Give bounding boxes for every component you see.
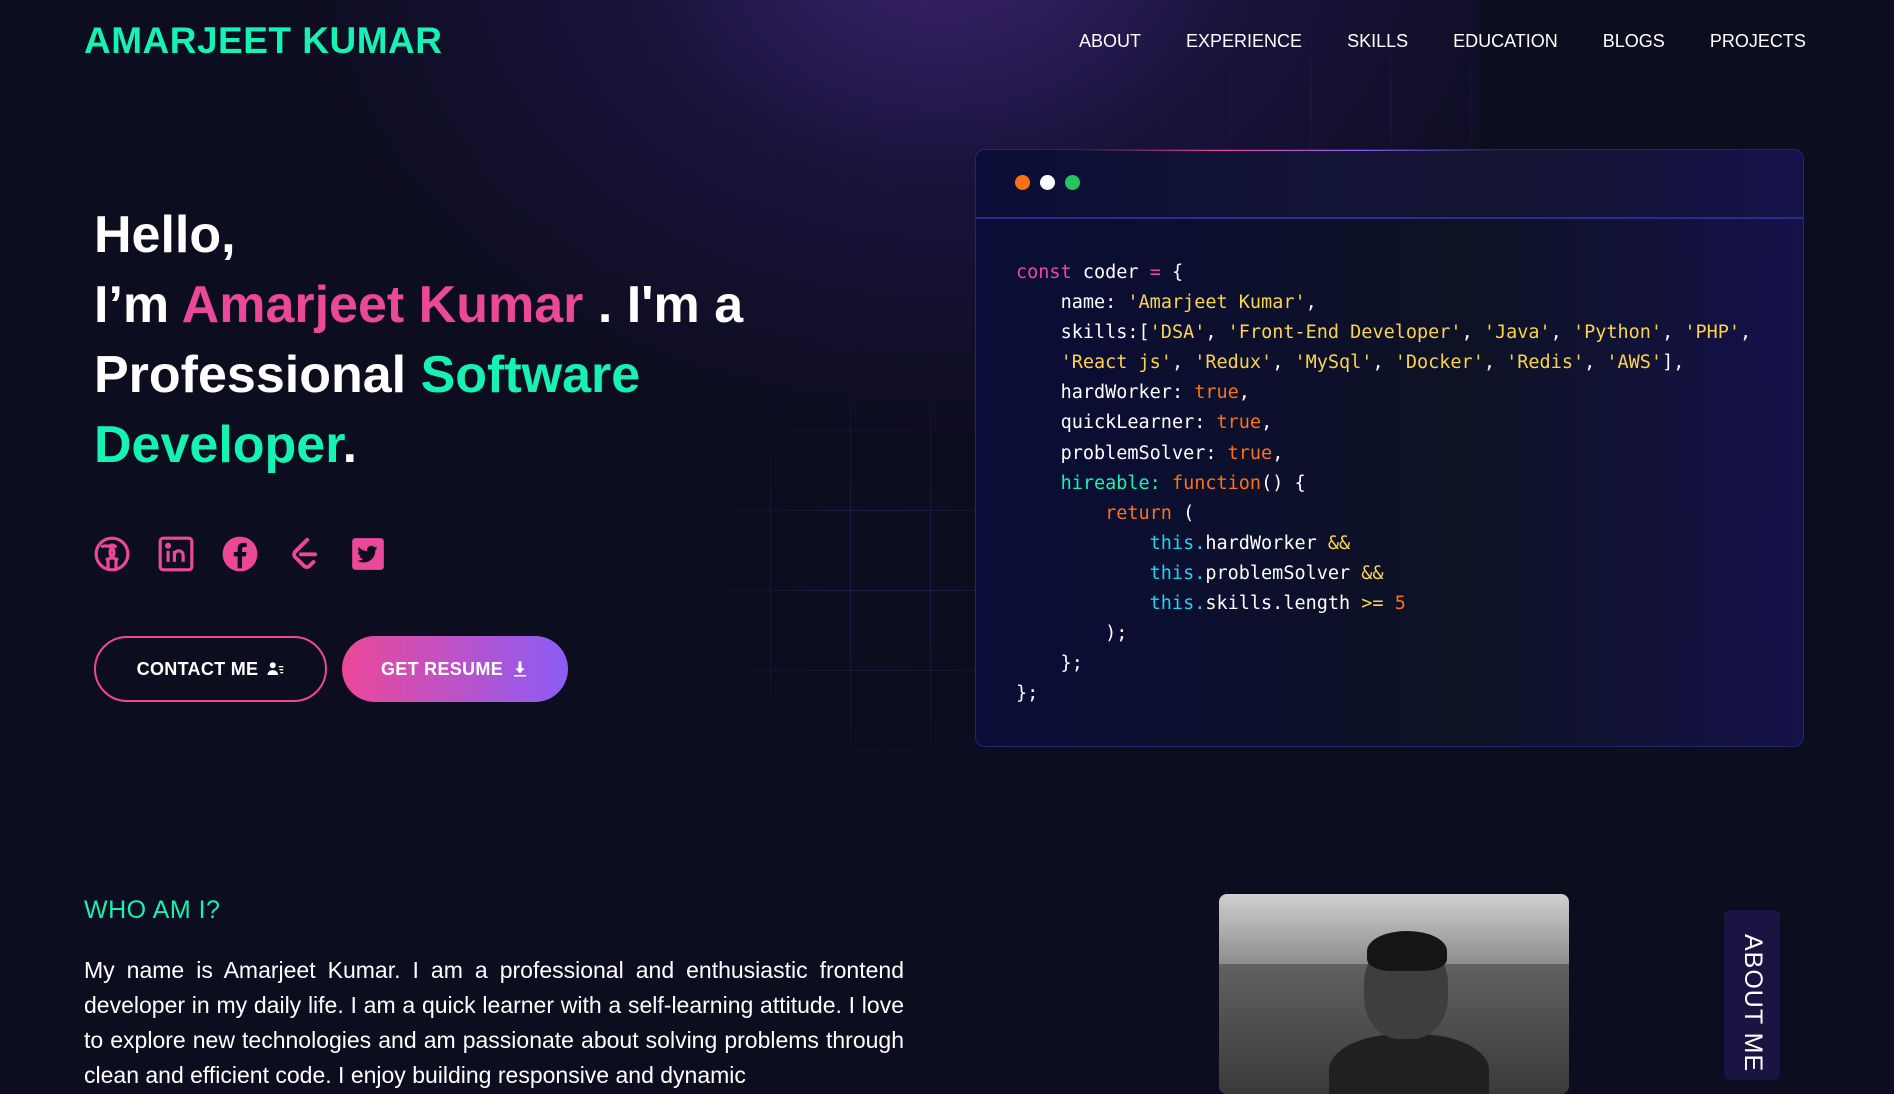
linkedin-icon[interactable]: [157, 535, 195, 573]
about-paragraph: My name is Amarjeet Kumar. I am a profes…: [84, 957, 904, 1088]
hero-period: .: [342, 416, 358, 474]
hero-name: Amarjeet Kumar: [181, 276, 584, 334]
download-icon: [514, 661, 526, 677]
brand-logo[interactable]: AMARJEET KUMAR: [84, 20, 443, 62]
window-dot-green: [1065, 175, 1080, 190]
contact-me-button[interactable]: CONTACT ME: [94, 636, 327, 702]
about-me-side-label: ABOUT ME: [1739, 934, 1767, 1073]
who-am-i-heading: WHO AM I?: [84, 896, 221, 924]
hero-developer: Developer: [94, 416, 343, 474]
github-icon[interactable]: [93, 535, 131, 573]
about-me-side-tab[interactable]: ABOUT ME: [1724, 910, 1780, 1080]
nav-education[interactable]: EDUCATION: [1453, 31, 1558, 52]
code-window-titlebar: [976, 150, 1803, 219]
code-window: const coder = { name: 'Amarjeet Kumar', …: [975, 149, 1804, 747]
window-dot-white: [1040, 175, 1055, 190]
hero-im-a: . I'm a: [583, 276, 744, 334]
leetcode-icon[interactable]: [285, 535, 323, 573]
hero-hello: Hello,: [94, 206, 236, 264]
code-snippet: const coder = { name: 'Amarjeet Kumar', …: [1016, 262, 1752, 705]
hero-im: I’m: [94, 276, 182, 334]
nav-experience[interactable]: EXPERIENCE: [1186, 31, 1302, 52]
get-resume-button[interactable]: GET RESUME: [342, 636, 568, 702]
get-resume-label: GET RESUME: [380, 658, 503, 679]
hero-heading: Hello, I’m Amarjeet Kumar . I'm a Profes…: [94, 200, 794, 480]
hero-software: Software: [420, 346, 641, 404]
window-dot-orange: [1015, 175, 1030, 190]
main-nav: ABOUT EXPERIENCE SKILLS EDUCATION BLOGS …: [1079, 31, 1851, 52]
hero-professional: Professional: [94, 346, 421, 404]
nav-skills[interactable]: SKILLS: [1347, 31, 1408, 52]
nav-about[interactable]: ABOUT: [1079, 31, 1141, 52]
contact-me-label: CONTACT ME: [136, 658, 259, 679]
nav-projects[interactable]: PROJECTS: [1710, 31, 1806, 52]
social-links: [93, 535, 387, 573]
twitter-icon[interactable]: [349, 535, 387, 573]
facebook-icon[interactable]: [221, 535, 259, 573]
contact-card-icon: [267, 662, 284, 675]
nav-blogs[interactable]: BLOGS: [1603, 31, 1665, 52]
profile-photo: [1219, 894, 1569, 1094]
